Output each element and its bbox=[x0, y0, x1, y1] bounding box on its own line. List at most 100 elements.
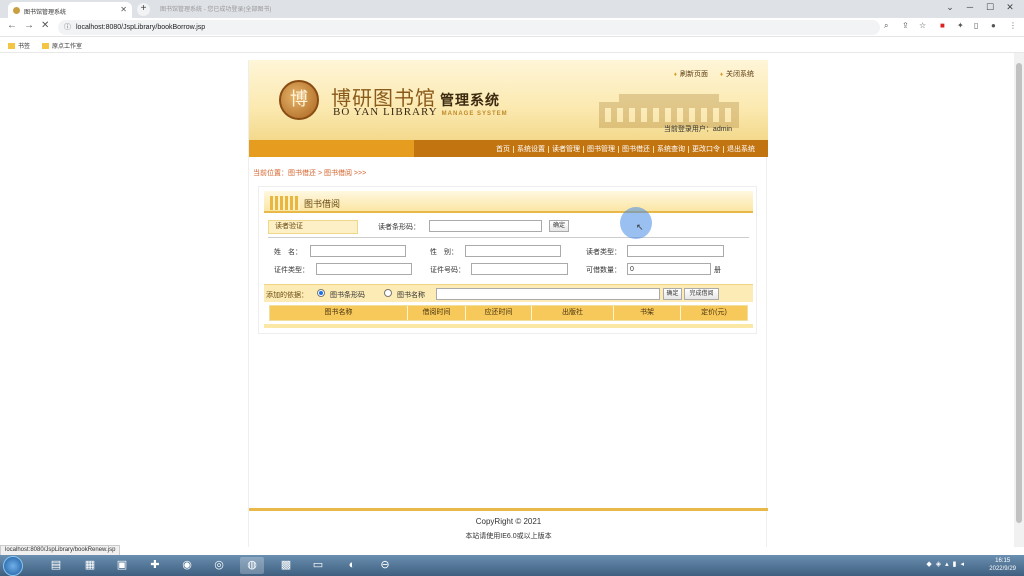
nav-book-management[interactable]: 图书管理 bbox=[583, 146, 618, 153]
column-header: 图书名称 bbox=[324, 309, 353, 316]
url-text: localhost:8080/JspLibrary/bookBorrow.jsp bbox=[76, 24, 206, 31]
radio-book-barcode[interactable] bbox=[317, 289, 325, 297]
menu-icon[interactable]: ⋮ bbox=[1009, 21, 1017, 30]
top-links: 刷新页面 关闭系统 bbox=[664, 69, 754, 79]
chrome-app-icon[interactable]: ◎ bbox=[207, 557, 231, 574]
system-tray: ◆ ◈ ▴ ▮ ◂ bbox=[922, 560, 964, 568]
terminal-app-icon[interactable]: ▣ bbox=[110, 557, 134, 574]
stop-loading-icon[interactable]: ✕ bbox=[41, 20, 49, 31]
tray-icon[interactable]: ▴ bbox=[945, 561, 949, 568]
maximize-icon[interactable]: ☐ bbox=[980, 2, 1000, 13]
favicon-icon bbox=[13, 7, 20, 14]
profile-icon[interactable]: ● bbox=[991, 21, 996, 30]
forward-icon[interactable]: → bbox=[24, 20, 34, 31]
book-search-input[interactable] bbox=[436, 288, 660, 300]
finish-borrow-button[interactable]: 完成借阅 bbox=[684, 288, 719, 300]
media-app-icon[interactable]: ▦ bbox=[78, 557, 102, 574]
radio-book-name[interactable] bbox=[384, 289, 392, 297]
volume-icon[interactable]: ◂ bbox=[960, 561, 964, 568]
info-icon[interactable]: ⓘ bbox=[64, 20, 71, 35]
ghost-tab-title: 图书馆管理系统 - 您已成功登录(全部图书) bbox=[160, 7, 272, 13]
reader-barcode-input[interactable] bbox=[429, 220, 542, 232]
current-user: 当前登录用户：admin bbox=[663, 126, 732, 133]
column-header: 出版社 bbox=[531, 306, 613, 320]
id-number-field[interactable] bbox=[471, 263, 568, 275]
tools-app-icon[interactable]: ⊖ bbox=[373, 557, 397, 574]
extension-icon[interactable]: ■ bbox=[940, 21, 945, 30]
close-tab-icon[interactable]: ✕ bbox=[120, 5, 127, 14]
browser-tab[interactable]: 图书馆管理系统 ✕ bbox=[8, 2, 132, 18]
column-header: 应还时间 bbox=[465, 306, 531, 320]
sidebar-icon[interactable]: ▯ bbox=[974, 21, 978, 30]
zoom-icon[interactable]: ⌕ bbox=[884, 21, 888, 31]
name-field[interactable] bbox=[310, 245, 406, 257]
star-icon[interactable]: ☆ bbox=[919, 21, 926, 30]
back-icon[interactable]: ← bbox=[7, 20, 17, 31]
borrow-table-header: 图书名称 借阅时间 应还时间 出版社 书架 定价(元) bbox=[269, 305, 748, 321]
puzzle-icon[interactable]: ✦ bbox=[957, 21, 964, 30]
bookmark-item[interactable]: 书签 bbox=[8, 41, 30, 50]
column-header: 书架 bbox=[613, 306, 680, 320]
minimize-icon[interactable]: ─ bbox=[960, 2, 980, 12]
close-window-icon[interactable]: ✕ bbox=[1000, 2, 1020, 13]
windows-taskbar: ▤ ▦ ▣ ✚ ◉ ◎ ◍ ▩ ▭ ◐ ⊖ ◆ ◈ ▴ ▮ ◂ 16:15 2022/9… bbox=[0, 555, 1024, 576]
refresh-page-link[interactable]: 刷新页面 bbox=[674, 71, 708, 78]
folder-app-icon[interactable]: ▭ bbox=[306, 557, 330, 574]
name-label: 姓 名： bbox=[274, 249, 302, 256]
nav-home[interactable]: 首页 bbox=[493, 146, 513, 153]
browser-note: 本站请使用IE6.0或以上版本 bbox=[465, 533, 552, 540]
reader-type-field[interactable] bbox=[627, 245, 724, 257]
reader-type-label: 读者类型： bbox=[586, 249, 621, 256]
borrow-panel: 图书借阅 读者验证 读者条形码： 确定 姓 名： 性 别： 读者类型： 证件类型… bbox=[258, 186, 757, 334]
bookmark-item[interactable]: 原点工作室 bbox=[42, 41, 82, 50]
clock-time: 16:15 bbox=[995, 558, 1011, 564]
divider bbox=[268, 237, 749, 238]
header-banner: 博 博研图书馆 管理系统 BO YAN LIBRARY MANAGE SYSTEM … bbox=[249, 60, 768, 140]
page-scrollbar[interactable] bbox=[1014, 53, 1024, 547]
nav-system-settings[interactable]: 系统设置 bbox=[513, 146, 548, 153]
nav-reader-management[interactable]: 读者管理 bbox=[548, 146, 583, 153]
library-logo-seal: 博 bbox=[279, 80, 319, 120]
folder-icon bbox=[42, 43, 49, 49]
grid-app-icon[interactable]: ▩ bbox=[274, 557, 298, 574]
new-tab-button[interactable]: + bbox=[137, 3, 150, 16]
reader-verify-label: 读者验证 bbox=[268, 220, 358, 234]
add-basis-label: 添加的依据： bbox=[266, 292, 308, 299]
nav-items: 首页 系统设置 读者管理 图书管理 图书借还 系统查询 更改口令 退出系统 bbox=[493, 144, 758, 154]
tray-icon[interactable]: ◆ bbox=[926, 561, 931, 568]
green-app-icon[interactable]: ◉ bbox=[175, 557, 199, 574]
gender-field[interactable] bbox=[465, 245, 561, 257]
tray-icon[interactable]: ◈ bbox=[936, 561, 941, 568]
title-decoration-icon bbox=[270, 196, 300, 210]
bookmarks-bar: 书签 原点工作室 bbox=[0, 37, 1024, 53]
url-field[interactable]: ⓘ localhost:8080/JspLibrary/bookBorrow.j… bbox=[58, 20, 880, 35]
tab-search-icon[interactable]: ⌄ bbox=[940, 2, 960, 13]
breadcrumb: 当前位置：图书借还 > 图书借阅 >>> bbox=[253, 170, 367, 177]
nav-logout[interactable]: 退出系统 bbox=[723, 146, 758, 153]
close-system-link[interactable]: 关闭系统 bbox=[720, 71, 754, 78]
borrowable-field[interactable] bbox=[627, 263, 711, 275]
nav-borrow-return[interactable]: 图书借还 bbox=[618, 146, 653, 153]
id-type-field[interactable] bbox=[316, 263, 412, 275]
gender-label: 性 别： bbox=[430, 249, 458, 256]
column-header: 借阅时间 bbox=[407, 306, 465, 320]
taskbar-clock[interactable]: 16:15 2022/9/29 bbox=[989, 557, 1016, 573]
network-icon[interactable]: ▮ bbox=[953, 561, 957, 568]
share-icon[interactable]: ⇪ bbox=[902, 21, 909, 30]
nav-system-query[interactable]: 系统查询 bbox=[653, 146, 688, 153]
id-type-label: 证件类型： bbox=[274, 267, 309, 274]
browser-app-icon[interactable]: ◍ bbox=[240, 557, 264, 574]
eclipse-app-icon[interactable]: ◐ bbox=[340, 557, 364, 574]
explorer-app-icon[interactable]: ▤ bbox=[44, 557, 68, 574]
reader-confirm-button[interactable]: 确定 bbox=[549, 220, 569, 232]
table-bottom-bar bbox=[264, 324, 753, 328]
scrollbar-thumb[interactable] bbox=[1016, 63, 1022, 523]
nav-change-password[interactable]: 更改口令 bbox=[688, 146, 723, 153]
mouse-cursor-icon: ↖ bbox=[636, 222, 644, 232]
start-button[interactable] bbox=[3, 556, 23, 576]
tab-title: 图书馆管理系统 bbox=[24, 10, 67, 16]
address-bar-row: ← → ✕ ⓘ localhost:8080/JspLibrary/bookBo… bbox=[0, 18, 1024, 37]
puzzle-app-icon[interactable]: ✚ bbox=[143, 557, 167, 574]
column-header: 定价(元) bbox=[680, 306, 747, 320]
add-confirm-button[interactable]: 确定 bbox=[663, 288, 682, 300]
